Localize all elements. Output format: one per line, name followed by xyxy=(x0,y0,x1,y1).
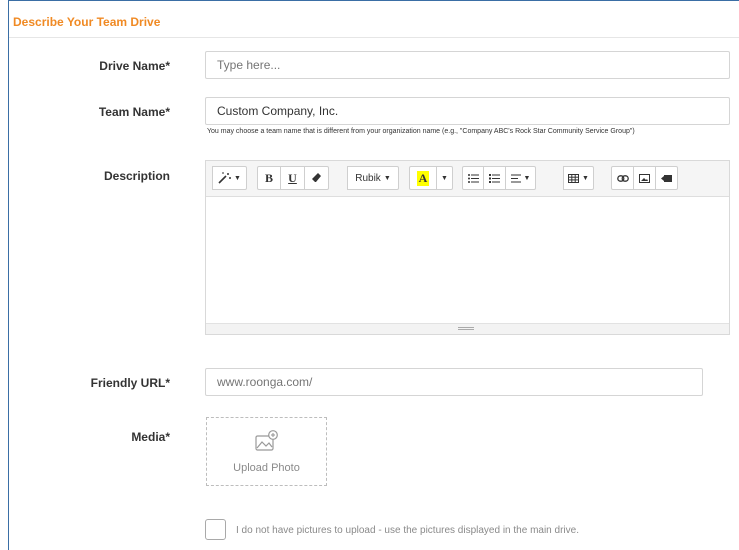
style-dropdown-button[interactable]: ▼ xyxy=(212,166,247,190)
bold-button[interactable]: B xyxy=(257,166,281,190)
chevron-down-icon: ▼ xyxy=(582,174,589,182)
eraser-icon xyxy=(311,173,321,182)
editor-resize-handle[interactable] xyxy=(206,323,729,334)
drive-name-label: Drive Name* xyxy=(99,59,170,73)
paragraph-group: ▼ xyxy=(462,166,536,190)
insert-group xyxy=(611,166,678,190)
font-color-swatch: A xyxy=(416,170,430,186)
media-label: Media* xyxy=(131,430,170,444)
no-pictures-label[interactable]: I do not have pictures to upload - use t… xyxy=(236,525,579,536)
grip-icon xyxy=(458,327,474,330)
drive-name-input[interactable] xyxy=(205,51,730,79)
link-icon xyxy=(616,174,629,182)
font-style-group: B U xyxy=(257,166,329,190)
add-photo-icon xyxy=(255,430,278,451)
description-editor: ▼ B U Rubik ▼ A ▼ ▼ ▼ xyxy=(205,160,730,335)
underline-button[interactable]: U xyxy=(280,166,305,190)
table-icon xyxy=(568,173,580,183)
chevron-down-icon: ▼ xyxy=(523,174,531,182)
team-name-label: Team Name* xyxy=(98,105,170,119)
friendly-url-input[interactable] xyxy=(205,368,703,396)
image-icon xyxy=(639,173,650,183)
color-group: A ▼ xyxy=(409,166,453,190)
chevron-down-icon: ▼ xyxy=(234,174,241,182)
table-dropdown-button[interactable]: ▼ xyxy=(563,166,594,190)
magic-wand-icon xyxy=(218,172,232,184)
insert-video-button[interactable] xyxy=(655,166,678,190)
numbered-list-button[interactable] xyxy=(483,166,506,190)
numbered-list-icon xyxy=(489,173,500,183)
clear-format-button[interactable] xyxy=(304,166,329,190)
bullet-list-icon xyxy=(467,173,479,183)
bullet-list-button[interactable] xyxy=(462,166,484,190)
insert-link-button[interactable] xyxy=(611,166,634,190)
font-color-button[interactable]: A xyxy=(409,166,437,190)
description-label: Description xyxy=(103,169,170,183)
font-family-group: Rubik ▼ xyxy=(347,166,399,190)
upload-photo-dropzone[interactable]: Upload Photo xyxy=(206,417,327,486)
no-pictures-checkbox[interactable] xyxy=(205,519,226,540)
chevron-down-icon: ▼ xyxy=(441,174,448,182)
editor-content-area[interactable] xyxy=(206,196,729,324)
section-divider xyxy=(9,37,739,38)
table-group: ▼ xyxy=(563,166,594,190)
friendly-url-label: Friendly URL* xyxy=(90,376,170,390)
section-title: Describe Your Team Drive xyxy=(13,15,161,29)
font-family-dropdown[interactable]: Rubik ▼ xyxy=(347,166,399,190)
upload-photo-label: Upload Photo xyxy=(233,462,300,474)
insert-image-button[interactable] xyxy=(633,166,656,190)
editor-toolbar: ▼ B U Rubik ▼ A ▼ ▼ ▼ xyxy=(206,161,729,197)
video-icon xyxy=(661,174,672,182)
align-dropdown-button[interactable]: ▼ xyxy=(505,166,536,190)
font-family-value: Rubik xyxy=(355,172,381,184)
team-name-input[interactable]: Custom Company, Inc. xyxy=(205,97,730,125)
chevron-down-icon: ▼ xyxy=(383,174,391,182)
team-name-hint: You may choose a team name that is diffe… xyxy=(207,128,635,135)
style-group: ▼ xyxy=(212,166,247,190)
color-dropdown-button[interactable]: ▼ xyxy=(436,166,453,190)
align-left-icon xyxy=(510,174,521,182)
